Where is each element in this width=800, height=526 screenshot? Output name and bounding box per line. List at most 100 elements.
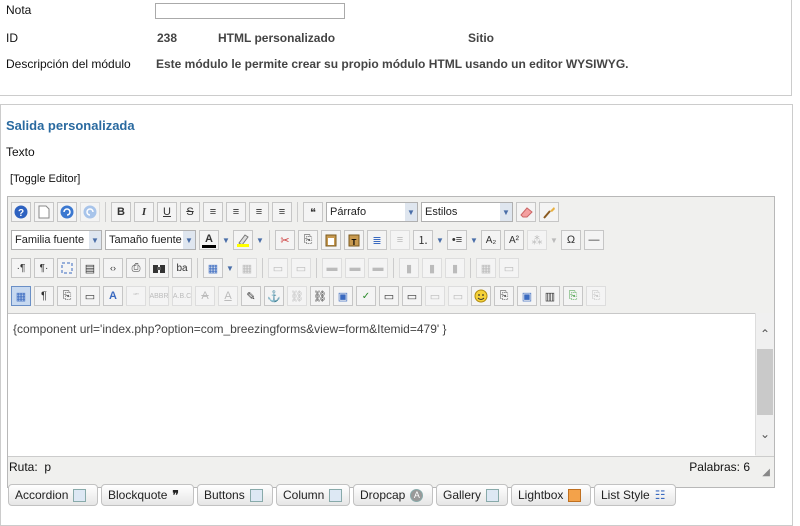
visual-aid-icon[interactable]: ▦ [11, 286, 31, 306]
styles-select[interactable]: Estilos ▼ [421, 202, 513, 222]
gallery-button[interactable]: Gallery [436, 484, 508, 506]
bold-icon[interactable]: B [111, 202, 131, 222]
deletion-icon[interactable]: A [195, 286, 215, 306]
horizontal-rule-icon[interactable]: — [584, 230, 604, 250]
print-icon[interactable]: ⎙ [126, 258, 146, 278]
font-family-select[interactable]: Familia fuente ▼ [11, 230, 102, 250]
paste-text-icon[interactable]: T [344, 230, 364, 250]
clean-code-icon[interactable] [539, 202, 559, 222]
template-icon[interactable]: ▤ [80, 258, 100, 278]
chevron-down-icon[interactable]: ▼ [550, 236, 558, 245]
text-color-icon[interactable]: A [199, 230, 219, 250]
strikethrough-icon[interactable]: S [180, 202, 200, 222]
pagebreak-icon[interactable]: ▭ [402, 286, 422, 306]
chevron-down-icon[interactable]: ▼ [222, 236, 230, 245]
nonbreaking-icon[interactable]: ▭ [379, 286, 399, 306]
link-icon[interactable]: ⛓ [310, 286, 330, 306]
delete-table-icon[interactable]: ▦ [237, 258, 257, 278]
path-value[interactable]: p [44, 460, 51, 474]
scroll-down-icon[interactable]: ⌄ [756, 425, 774, 443]
align-justify-icon[interactable]: ≡ [203, 202, 223, 222]
template-insert-icon[interactable]: ▭ [448, 286, 468, 306]
italic-icon[interactable]: I [134, 202, 154, 222]
cite-icon[interactable]: “” [126, 286, 146, 306]
editor-content[interactable]: {component url='index.php?option=com_bre… [13, 322, 447, 336]
column-button[interactable]: Column [276, 484, 350, 506]
document-add-icon[interactable]: ⎘ [563, 286, 583, 306]
cut-icon[interactable]: ✂ [275, 230, 295, 250]
show-blocks-icon[interactable]: ¶ [34, 286, 54, 306]
rtl-icon[interactable]: ¶· [34, 258, 54, 278]
copy-icon[interactable]: ⎘ [298, 230, 318, 250]
emoticon-icon[interactable] [471, 286, 491, 306]
unlink-icon[interactable]: ⛓ [287, 286, 307, 306]
media-icon[interactable]: ▣ [517, 286, 537, 306]
font-size-select[interactable]: Tamaño fuente ▼ [105, 230, 196, 250]
chevron-down-icon[interactable]: ▼ [470, 236, 478, 245]
new-document-icon[interactable] [34, 202, 54, 222]
split-cells-icon[interactable]: ▦ [476, 258, 496, 278]
superscript-icon[interactable]: A² [504, 230, 524, 250]
lightbox-button[interactable]: Lightbox [511, 484, 591, 506]
chevron-down-icon[interactable]: ▼ [226, 264, 234, 273]
format-select[interactable]: Párrafo ▼ [326, 202, 418, 222]
resize-grip-icon[interactable]: ◢ [762, 467, 770, 478]
editor-content-area[interactable]: {component url='index.php?option=com_bre… [8, 313, 755, 456]
abbreviation-icon[interactable]: ABBR [149, 286, 169, 306]
chevron-down-icon[interactable]: ▼ [436, 236, 444, 245]
insert-col-after-icon[interactable]: ▮ [422, 258, 442, 278]
blockquote-button[interactable]: Blockquote ❞ [101, 484, 194, 506]
insert-col-before-icon[interactable]: ▮ [399, 258, 419, 278]
align-right-icon[interactable]: ≡ [272, 202, 292, 222]
image-icon[interactable]: ▣ [333, 286, 353, 306]
redo-icon[interactable] [80, 202, 100, 222]
dropcap-button[interactable]: Dropcap A [353, 484, 433, 506]
paste-icon[interactable] [321, 230, 341, 250]
ltr-icon[interactable]: ·¶ [11, 258, 31, 278]
video-icon[interactable]: ▥ [540, 286, 560, 306]
undo-icon[interactable] [57, 202, 77, 222]
paste-word-icon[interactable]: ≣ [367, 230, 387, 250]
file-manager-icon[interactable]: ⎘ [494, 286, 514, 306]
layer-icon[interactable]: ▭ [80, 286, 100, 306]
help-icon[interactable]: ? [11, 202, 31, 222]
anchor-icon[interactable]: ⚓ [264, 286, 284, 306]
highlight-color-icon[interactable] [233, 230, 253, 250]
delete-row-icon[interactable]: ▬ [368, 258, 388, 278]
fullscreen-icon[interactable] [57, 258, 77, 278]
code-icon[interactable]: ‹› [103, 258, 123, 278]
readmore-icon[interactable]: ⎘ [586, 286, 606, 306]
table-icon[interactable]: ▦ [203, 258, 223, 278]
cell-props-icon[interactable]: ▭ [291, 258, 311, 278]
align-center-icon[interactable]: ≡ [226, 202, 246, 222]
bullet-list-icon[interactable]: •≡ [447, 230, 467, 250]
indent-icon[interactable]: ≡ [390, 230, 410, 250]
merge-cells-icon[interactable]: ▭ [499, 258, 519, 278]
buttons-button[interactable]: Buttons [197, 484, 273, 506]
align-left-icon[interactable]: ≡ [249, 202, 269, 222]
insert-row-before-icon[interactable]: ▬ [322, 258, 342, 278]
search-icon[interactable] [149, 258, 169, 278]
visualchars-icon[interactable]: ▭ [425, 286, 445, 306]
acronym-icon[interactable]: A.B.C [172, 286, 192, 306]
note-input[interactable] [155, 3, 345, 19]
spellcheck-icon[interactable]: ✓ [356, 286, 376, 306]
character-map-icon[interactable]: ⁂ [527, 230, 547, 250]
chevron-down-icon[interactable]: ▼ [256, 236, 264, 245]
accordion-button[interactable]: Accordion [8, 484, 98, 506]
replace-icon[interactable]: ba [172, 258, 192, 278]
underline-icon[interactable]: U [157, 202, 177, 222]
attributes-icon[interactable]: ✎ [241, 286, 261, 306]
editor-scrollbar[interactable]: ⌃ ⌄ [755, 313, 774, 455]
style-props-icon[interactable]: A [103, 286, 123, 306]
blockquote-icon[interactable]: ❝ [303, 202, 323, 222]
list-style-button[interactable]: List Style ☷ [594, 484, 676, 506]
preview-icon[interactable]: ⎘ [57, 286, 77, 306]
insertion-icon[interactable]: A [218, 286, 238, 306]
toggle-editor-link[interactable]: [Toggle Editor] [10, 173, 80, 185]
row-props-icon[interactable]: ▭ [268, 258, 288, 278]
subscript-icon[interactable]: A₂ [481, 230, 501, 250]
insert-row-after-icon[interactable]: ▬ [345, 258, 365, 278]
eraser-icon[interactable] [516, 202, 536, 222]
scroll-up-icon[interactable]: ⌃ [756, 325, 774, 343]
